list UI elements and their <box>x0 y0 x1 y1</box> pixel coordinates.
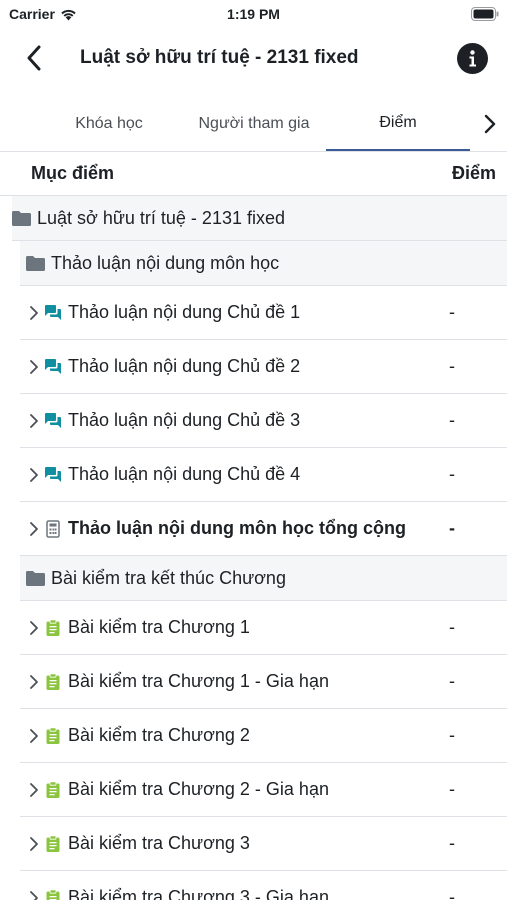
chevron-right-icon[interactable] <box>28 619 40 637</box>
grade-item-label[interactable]: Thảo luận nội dung Chủ đề 4 <box>68 464 507 485</box>
category-row: Bài kiểm tra kết thúc Chương <box>20 556 507 601</box>
info-icon <box>469 50 476 67</box>
page-title: Luật sở hữu trí tuệ - 2131 fixed <box>80 47 359 68</box>
quiz-icon <box>46 618 60 636</box>
category-total-row[interactable]: Thảo luận nội dung môn học tổng cộng - <box>20 502 507 556</box>
chevron-right-icon[interactable] <box>28 358 40 376</box>
status-time: 1:19 PM <box>227 6 280 22</box>
chevron-right-icon[interactable] <box>28 412 40 430</box>
grade-item-label[interactable]: Bài kiểm tra Chương 2 - Gia hạn <box>68 779 507 800</box>
forum-icon <box>45 304 61 320</box>
grade-value: - <box>449 356 455 376</box>
grade-item-row[interactable]: Thảo luận nội dung Chủ đề 1 - <box>20 286 507 340</box>
column-header-grade-item: Mục điểm <box>31 163 115 183</box>
grade-value: - <box>449 725 455 745</box>
grade-value: - <box>449 518 455 538</box>
grade-value: - <box>449 410 455 430</box>
quiz-icon <box>46 726 60 744</box>
grade-value: - <box>449 617 455 637</box>
forum-icon <box>45 412 61 428</box>
category-label: Bài kiểm tra kết thúc Chương <box>51 567 286 588</box>
quiz-icon <box>46 780 60 798</box>
chevron-right-icon[interactable] <box>28 889 40 900</box>
chevron-right-icon[interactable] <box>28 673 40 691</box>
chevron-right-icon[interactable] <box>28 520 40 538</box>
grade-item-label[interactable]: Thảo luận nội dung Chủ đề 3 <box>68 410 507 431</box>
grade-item-row[interactable]: Bài kiểm tra Chương 2 - <box>20 709 507 763</box>
folder-icon <box>12 210 31 226</box>
navigation-bar: Luật sở hữu trí tuệ - 2131 fixed <box>0 30 507 86</box>
tab-participants[interactable]: Người tham gia <box>180 96 328 151</box>
grade-item-row[interactable]: Bài kiểm tra Chương 3 - <box>20 817 507 871</box>
tab-scroll-next-button[interactable] <box>476 106 504 142</box>
grade-item-row[interactable]: Thảo luận nội dung Chủ đề 2 - <box>20 340 507 394</box>
grade-item-label[interactable]: Thảo luận nội dung Chủ đề 1 <box>68 302 507 323</box>
chevron-right-icon[interactable] <box>28 781 40 799</box>
grade-item-row[interactable]: Bài kiểm tra Chương 1 - <box>20 601 507 655</box>
chevron-left-icon <box>27 45 41 71</box>
grade-item-row[interactable]: Thảo luận nội dung Chủ đề 3 - <box>20 394 507 448</box>
status-bar: Carrier 1:19 PM <box>0 0 507 28</box>
column-header-grade: Điểm <box>451 163 496 183</box>
forum-icon <box>45 466 61 482</box>
folder-icon <box>26 570 45 586</box>
folder-icon <box>26 255 45 271</box>
quiz-icon <box>46 888 60 900</box>
grade-item-row[interactable]: Bài kiểm tra Chương 3 - Gia hạn - <box>20 871 507 900</box>
tab-grades[interactable]: Điểm <box>326 96 470 151</box>
grade-item-row[interactable]: Bài kiểm tra Chương 1 - Gia hạn - <box>20 655 507 709</box>
grade-item-row[interactable]: Bài kiểm tra Chương 2 - Gia hạn - <box>20 763 507 817</box>
grades-table-header: Mục điểm Điểm <box>0 152 507 196</box>
chevron-right-icon <box>484 114 496 134</box>
tab-bar: Khóa học Người tham gia Điểm <box>0 96 507 152</box>
tab-courses[interactable]: Khóa học <box>62 96 156 151</box>
chevron-right-icon[interactable] <box>28 835 40 853</box>
grade-item-label[interactable]: Bài kiểm tra Chương 3 - Gia hạn <box>68 887 507 900</box>
grade-value: - <box>449 464 455 484</box>
grade-item-label[interactable]: Bài kiểm tra Chương 3 <box>68 833 507 854</box>
course-category-row: Luật sở hữu trí tuệ - 2131 fixed <box>12 196 507 241</box>
category-total-label[interactable]: Thảo luận nội dung môn học tổng cộng <box>68 518 507 539</box>
grade-item-label[interactable]: Bài kiểm tra Chương 2 <box>68 725 507 746</box>
grade-item-label[interactable]: Thảo luận nội dung Chủ đề 2 <box>68 356 507 377</box>
chevron-right-icon[interactable] <box>28 727 40 745</box>
grade-item-row[interactable]: Thảo luận nội dung Chủ đề 4 - <box>20 448 507 502</box>
grade-value: - <box>449 671 455 691</box>
quiz-icon <box>46 672 60 690</box>
quiz-icon <box>46 834 60 852</box>
grade-item-label[interactable]: Bài kiểm tra Chương 1 <box>68 617 507 638</box>
battery-icon <box>471 7 499 21</box>
back-button[interactable] <box>18 40 50 76</box>
grade-item-label[interactable]: Bài kiểm tra Chương 1 - Gia hạn <box>68 671 507 692</box>
info-button[interactable] <box>457 43 488 74</box>
category-label: Luật sở hữu trí tuệ - 2131 fixed <box>37 207 285 228</box>
chevron-right-icon[interactable] <box>28 466 40 484</box>
grade-value: - <box>449 833 455 853</box>
calculator-icon <box>46 519 60 538</box>
category-row: Thảo luận nội dung môn học <box>20 241 507 286</box>
chevron-right-icon[interactable] <box>28 304 40 322</box>
grade-value: - <box>449 887 455 900</box>
grade-value: - <box>449 779 455 799</box>
grade-value: - <box>449 302 455 322</box>
forum-icon <box>45 358 61 374</box>
category-label: Thảo luận nội dung môn học <box>51 252 280 273</box>
